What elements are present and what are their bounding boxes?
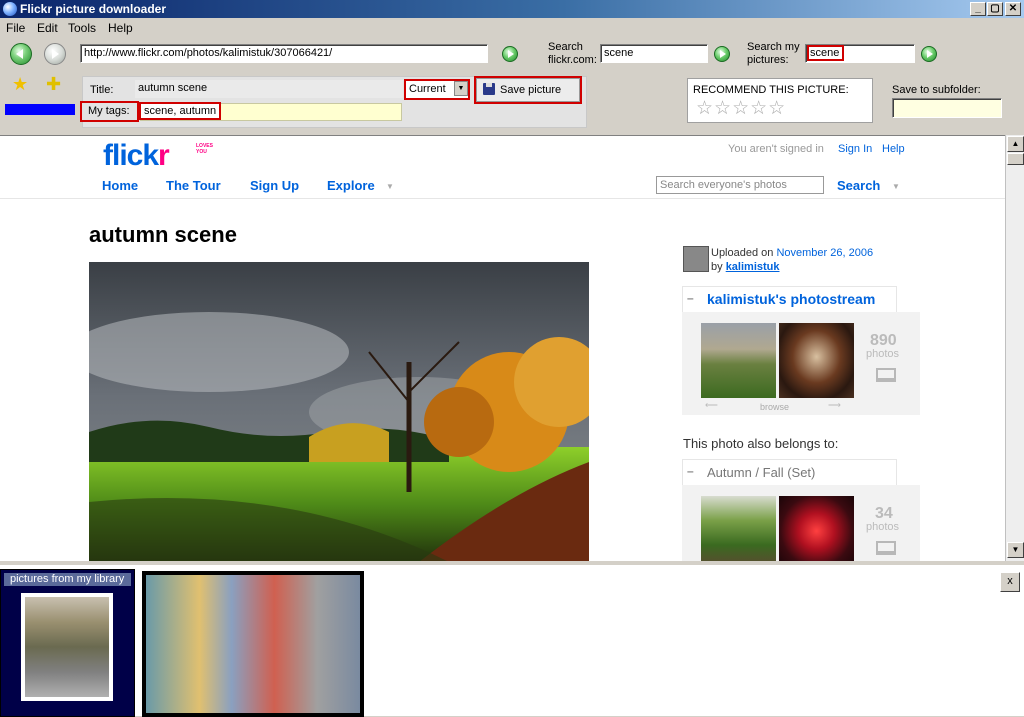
recommend-label: RECOMMEND THIS PICTURE:: [693, 84, 849, 96]
scroll-down-icon[interactable]: ▼: [1007, 542, 1024, 558]
version-dropdown-value: Current: [409, 83, 446, 95]
menu-bar: File Edit Tools Help: [0, 19, 1024, 37]
close-library-button[interactable]: x: [1000, 572, 1020, 592]
subfolder-input[interactable]: [892, 98, 1002, 118]
collapse-photostream-icon[interactable]: –: [687, 291, 694, 305]
menu-tools[interactable]: Tools: [68, 21, 96, 35]
search-my-pictures-go-button[interactable]: [921, 46, 937, 62]
save-picture-label: Save picture: [500, 84, 562, 96]
title-label: Title:: [90, 84, 114, 96]
subfolder-label: Save to subfolder:: [892, 84, 981, 96]
go-button[interactable]: [502, 46, 518, 62]
search-caret-icon[interactable]: ▼: [892, 182, 900, 191]
uploader-link[interactable]: kalimistuk: [726, 261, 780, 273]
recommend-panel: RECOMMEND THIS PICTURE: ☆☆☆☆☆: [687, 78, 873, 123]
tags-panel: Title: autumn scene My tags: scene, autu…: [80, 76, 587, 128]
menu-edit[interactable]: Edit: [37, 21, 58, 35]
title-bar: Flickr picture downloader _ ▢ ✕: [0, 0, 1024, 18]
photostream-photos-word: photos: [866, 348, 900, 360]
browse-next-icon[interactable]: ⟶: [828, 400, 841, 411]
photostream-thumb-1[interactable]: [701, 323, 776, 398]
close-window-button[interactable]: ✕: [1005, 2, 1021, 16]
uploader-info: by kalimistuk: [711, 261, 780, 273]
uploader-avatar[interactable]: [683, 246, 709, 272]
main-photo[interactable]: [89, 262, 589, 561]
set-tab: – Autumn / Fall (Set): [682, 459, 897, 485]
upload-date-link[interactable]: November 26, 2006: [776, 247, 873, 259]
rating-stars[interactable]: ☆☆☆☆☆: [696, 97, 786, 120]
vertical-scrollbar[interactable]: ▲ ▼: [1005, 135, 1024, 561]
library-photo-2: [146, 575, 360, 713]
progress-bar: [5, 104, 75, 115]
back-button[interactable]: [10, 43, 32, 65]
library-thumb-selected[interactable]: pictures from my library: [0, 569, 135, 717]
library-label: pictures from my library: [4, 573, 131, 586]
nav-the-tour[interactable]: The Tour: [166, 178, 221, 193]
upload-info: Uploaded on November 26, 2006: [711, 247, 874, 259]
header-divider: [0, 198, 1005, 199]
browser-view: flickr LOVES YOU You aren't signed in Si…: [0, 135, 1005, 561]
my-tags-field[interactable]: scene, autumn: [138, 102, 402, 121]
browse-prev-icon[interactable]: ⟵: [705, 400, 718, 411]
library-photo-1-frame: [21, 593, 113, 701]
search-my-pictures-input[interactable]: scene: [805, 44, 915, 63]
search-my-pictures-value: scene: [806, 45, 845, 61]
set-thumb-1[interactable]: [701, 496, 776, 561]
my-tags-label: My tags:: [80, 101, 139, 122]
set-thumb-2[interactable]: [779, 496, 854, 561]
title-field[interactable]: autumn scene: [135, 80, 403, 98]
my-tags-value: scene, autumn: [138, 102, 222, 120]
photostream-tab: – kalimistuk's photostream: [682, 286, 897, 312]
menu-file[interactable]: File: [6, 21, 25, 35]
dropdown-arrow-icon[interactable]: ▼: [454, 81, 468, 96]
url-input[interactable]: http://www.flickr.com/photos/kalimistuk/…: [80, 44, 488, 63]
scroll-up-icon[interactable]: ▲: [1007, 136, 1024, 152]
save-picture-button[interactable]: Save picture: [474, 76, 582, 104]
photo-title: autumn scene: [89, 222, 237, 247]
library-panel: pictures from my library x: [0, 563, 1024, 717]
set-photos-word: photos: [866, 521, 900, 533]
belongs-to-label: This photo also belongs to:: [683, 436, 839, 451]
flickr-search-button[interactable]: Search: [837, 178, 880, 193]
app-icon: [3, 2, 17, 16]
set-title[interactable]: Autumn / Fall (Set): [707, 465, 815, 480]
set-slideshow-icon[interactable]: [876, 541, 896, 555]
flickr-search-input[interactable]: Search everyone's photos: [656, 176, 824, 194]
maximize-button[interactable]: ▢: [987, 2, 1003, 16]
search-my-pictures-label: Search my pictures:: [747, 41, 800, 66]
nav-sign-up[interactable]: Sign Up: [250, 178, 299, 193]
search-flickr-go-button[interactable]: [714, 46, 730, 62]
floppy-disk-icon: [483, 83, 495, 95]
window-title: Flickr picture downloader: [20, 2, 167, 16]
add-favorite-icon[interactable]: ✚: [46, 74, 61, 95]
search-flickr-input[interactable]: scene: [600, 44, 708, 63]
forward-button[interactable]: [44, 43, 66, 65]
favorite-star-icon[interactable]: ★: [12, 74, 28, 95]
search-flickr-label: Search flickr.com:: [548, 41, 597, 66]
flickr-logo: flickr LOVES YOU: [103, 139, 213, 172]
menu-help[interactable]: Help: [108, 21, 133, 35]
sign-in-link[interactable]: Sign In: [838, 143, 872, 155]
nav-explore[interactable]: Explore: [327, 178, 375, 193]
library-photo-1: [25, 597, 109, 697]
version-dropdown[interactable]: Current ▼: [404, 79, 470, 100]
slideshow-icon[interactable]: [876, 368, 896, 382]
nav-home[interactable]: Home: [102, 178, 138, 193]
minimize-button[interactable]: _: [970, 2, 986, 16]
not-signed-in-text: You aren't signed in: [728, 143, 824, 155]
photostream-thumb-2[interactable]: [779, 323, 854, 398]
browse-label: browse: [760, 402, 790, 412]
help-link[interactable]: Help: [882, 143, 905, 155]
photostream-title[interactable]: kalimistuk's photostream: [707, 291, 875, 307]
library-thumb-2[interactable]: [142, 571, 364, 717]
collapse-set-icon[interactable]: –: [687, 464, 694, 478]
scroll-thumb[interactable]: [1007, 153, 1024, 165]
explore-caret-icon[interactable]: ▼: [386, 182, 394, 191]
